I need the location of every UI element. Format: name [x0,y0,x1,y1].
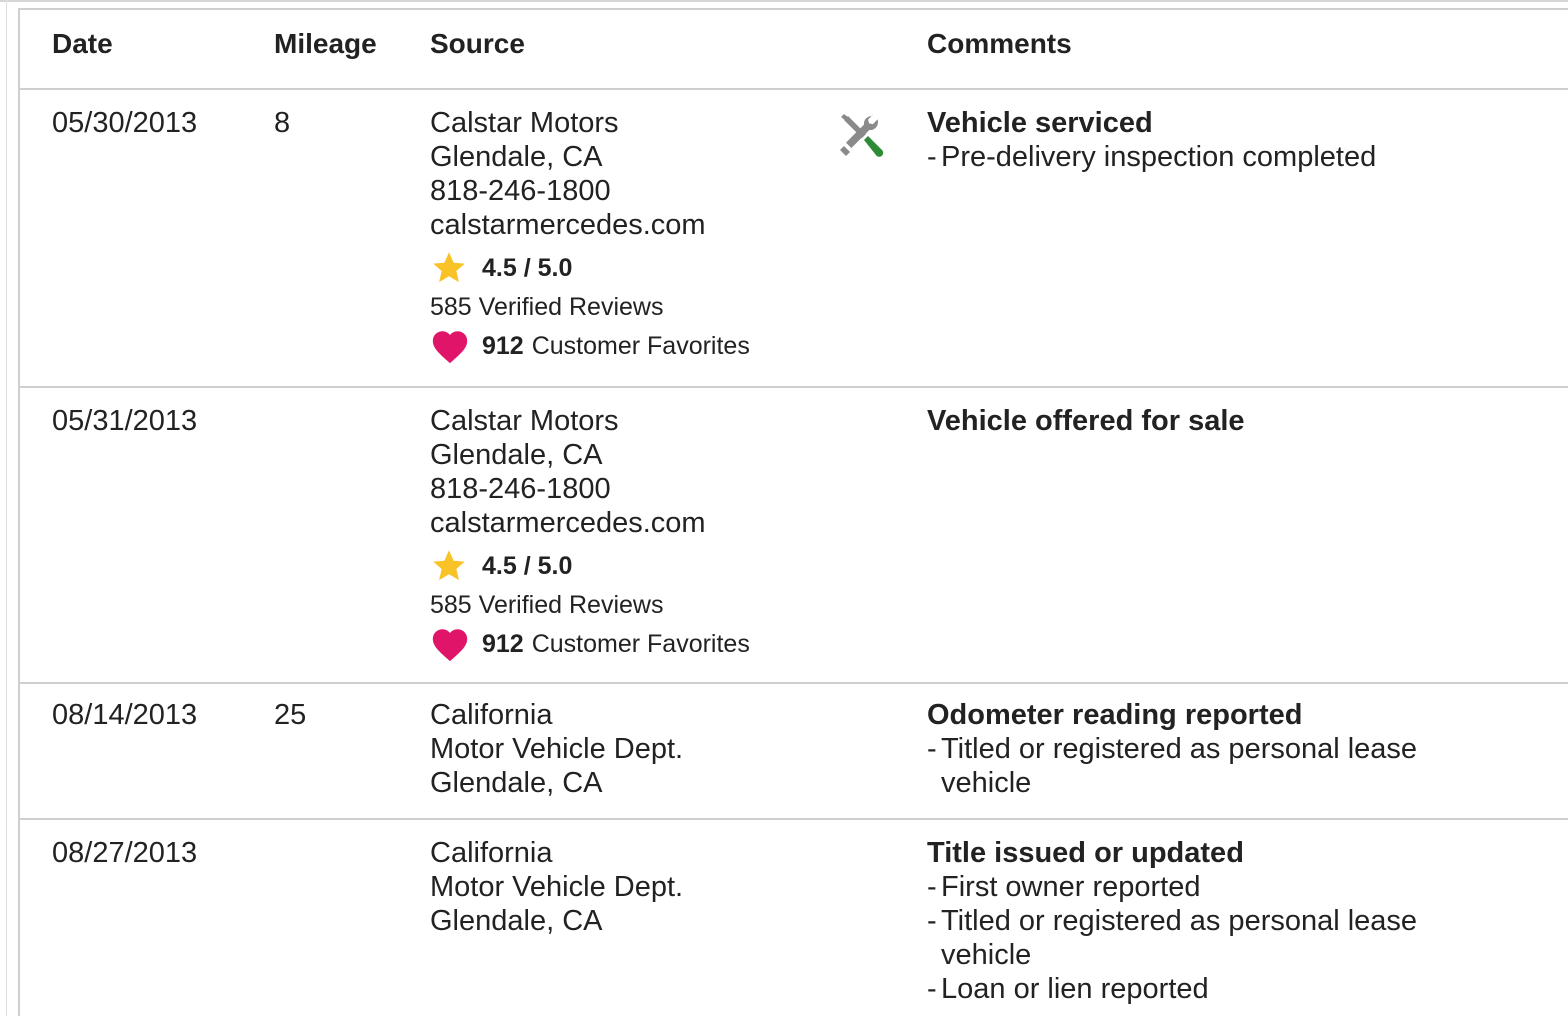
comment-detail: - First owner reported [927,871,1201,903]
verified-reviews-link[interactable]: 585 Verified Reviews [430,288,750,326]
comment-detail: - Pre-delivery inspection completed [927,141,1377,173]
header-date: Date [52,28,113,59]
table-header: Date Mileage Source Comments [20,10,1568,90]
record-comments: Vehicle serviced - Pre-delivery inspectio… [927,106,1547,174]
service-icon-cell [838,112,892,174]
record-date: 08/27/2013 [52,837,198,869]
record-date: 05/30/2013 [52,107,198,139]
table-row: 05/31/2013 Calstar Motors Glendale, CA 8… [20,388,1568,684]
favorites-label: Customer Favorites [531,332,750,360]
comment-detail: - Loan or lien reported [927,973,1209,1005]
source-location: Glendale, CA [430,141,603,173]
star-icon [433,252,465,283]
history-table: Date Mileage Source Comments 05/30/2013 … [18,8,1568,1016]
source-location: Glendale, CA [430,439,603,471]
wrench-screwdriver-icon [840,114,884,157]
source-website-link[interactable]: calstarmercedes.com [430,208,750,242]
record-source: California Motor Vehicle Dept. Glendale,… [430,836,683,938]
outer-left-divider [6,0,7,1016]
source-department: Motor Vehicle Dept. [430,733,684,765]
source-location: Glendale, CA [430,905,603,937]
favorites-count: 912 [482,332,524,360]
source-name: Calstar Motors [430,405,619,437]
favorites-count: 912 [482,630,524,658]
verified-reviews-link[interactable]: 585 Verified Reviews [430,586,750,624]
header-mileage: Mileage [274,28,377,59]
comment-title: Vehicle serviced [927,107,1153,139]
comment-detail: - Titled or registered as personal lease … [927,905,1418,971]
comment-title: Odometer reading reported [927,699,1303,731]
source-location: Glendale, CA [430,767,603,799]
table-row: 08/14/2013 25 California Motor Vehicle D… [20,684,1568,820]
top-divider [0,0,1568,2]
favorites-label: Customer Favorites [531,630,750,658]
table-row: 05/30/2013 8 Calstar Motors Glendale, CA… [20,90,1568,388]
comment-detail: - Titled or registered as personal lease … [927,733,1418,799]
rating-value: 4.5 / 5.0 [482,254,573,282]
dealer-rating[interactable]: 4.5 / 5.0 [430,546,750,586]
source-name: Calstar Motors [430,107,619,139]
heart-icon [432,331,468,364]
header-comments: Comments [927,28,1072,59]
customer-favorites: 912 Customer Favorites [430,624,750,664]
customer-favorites: 912 Customer Favorites [430,326,750,366]
record-date: 08/14/2013 [52,699,198,731]
record-source: Calstar Motors Glendale, CA 818-246-1800… [430,106,750,366]
rating-value: 4.5 / 5.0 [482,552,573,580]
source-phone[interactable]: 818-246-1800 [430,472,750,506]
source-department: Motor Vehicle Dept. [430,871,684,903]
source-phone[interactable]: 818-246-1800 [430,174,750,208]
heart-icon [432,629,468,662]
source-website-link[interactable]: calstarmercedes.com [430,506,750,540]
record-mileage: 25 [274,699,307,731]
record-comments: Vehicle offered for sale [927,404,1547,438]
source-name: California [430,837,553,869]
header-source: Source [430,28,525,59]
record-mileage: 8 [274,107,291,139]
record-source: Calstar Motors Glendale, CA 818-246-1800… [430,404,750,664]
comment-title: Vehicle offered for sale [927,405,1245,437]
record-comments: Odometer reading reported - Titled or reg… [927,698,1547,800]
star-icon [433,550,465,581]
dealer-rating[interactable]: 4.5 / 5.0 [430,248,750,288]
table-row: 08/27/2013 California Motor Vehicle Dept… [20,820,1568,1020]
record-date: 05/31/2013 [52,405,198,437]
source-name: California [430,699,553,731]
comment-title: Title issued or updated [927,837,1244,869]
record-comments: Title issued or updated - First owner rep… [927,836,1547,1006]
record-source: California Motor Vehicle Dept. Glendale,… [430,698,683,800]
